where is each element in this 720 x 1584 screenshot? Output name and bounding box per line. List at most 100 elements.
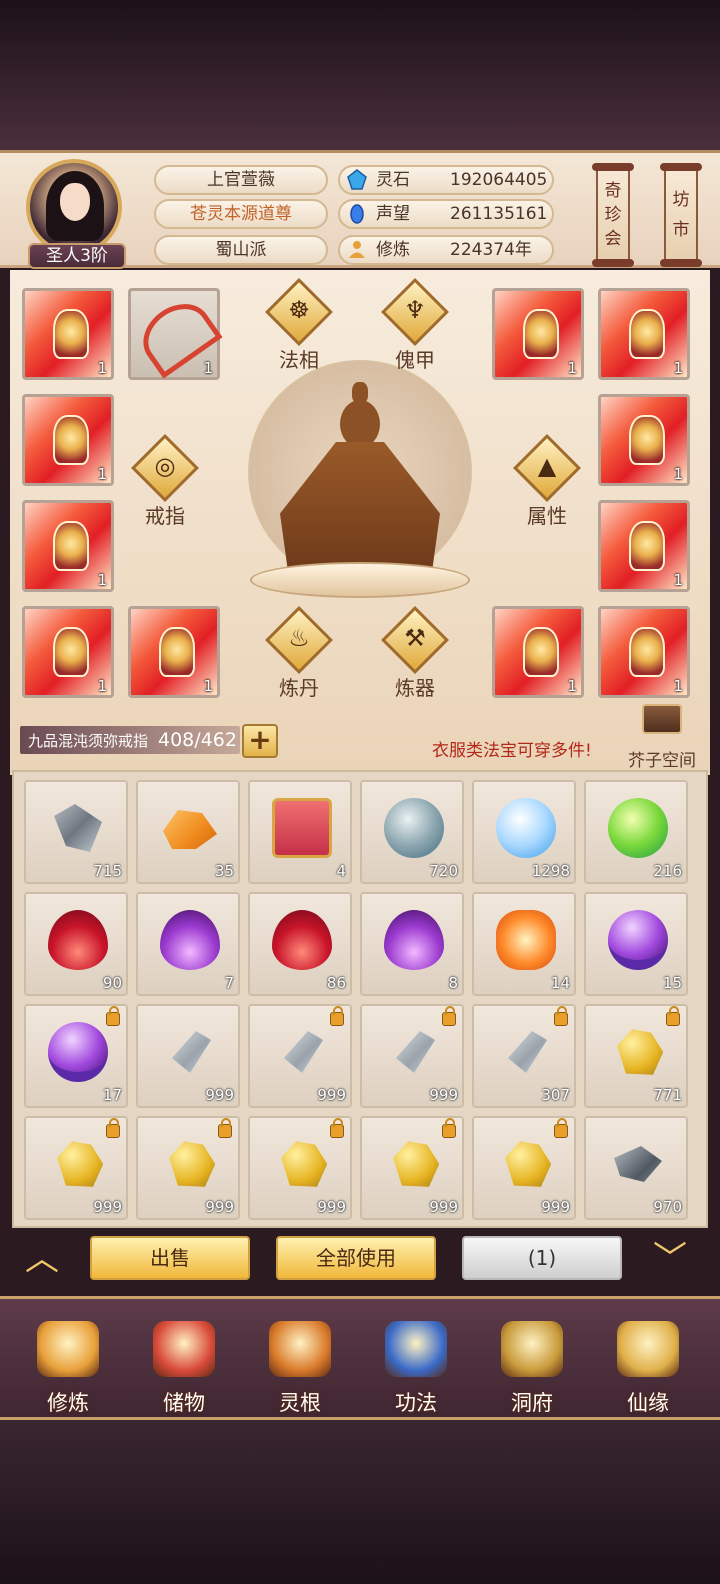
item-count: 999 bbox=[93, 1198, 122, 1216]
dharma-form-button[interactable]: ☸ 法相 bbox=[264, 278, 334, 374]
item-count: 999 bbox=[317, 1198, 346, 1216]
stat-spirit-stone: 灵石 192064405 bbox=[338, 165, 554, 195]
inventory-slot[interactable]: 8 bbox=[360, 892, 464, 996]
spirit-root-icon bbox=[269, 1321, 331, 1377]
item-count: 999 bbox=[429, 1198, 458, 1216]
alchemy-button[interactable]: ♨ 炼丹 bbox=[264, 606, 334, 702]
equip-slot[interactable]: 1 bbox=[492, 606, 584, 698]
item-count: 90 bbox=[102, 974, 122, 992]
market-button[interactable]: 坊市 bbox=[660, 163, 702, 267]
item-count: 17 bbox=[102, 1086, 122, 1104]
attributes-button[interactable]: ▲ 属性 bbox=[512, 434, 582, 530]
inventory-slot[interactable]: 35 bbox=[136, 780, 240, 884]
armor-emblem-icon bbox=[629, 627, 665, 677]
inventory-slot[interactable]: 4 bbox=[248, 780, 352, 884]
nav-item[interactable]: 修炼 bbox=[18, 1321, 118, 1417]
alchemy-label: 炼丹 bbox=[279, 676, 319, 700]
stat-label: 声望 bbox=[376, 204, 410, 224]
inventory-slot[interactable]: 999 bbox=[248, 1004, 352, 1108]
inventory-slot[interactable]: 999 bbox=[472, 1116, 576, 1220]
equip-slot[interactable]: 1 bbox=[492, 288, 584, 380]
character-title: 苍灵本源道尊 bbox=[154, 199, 328, 229]
page-up-arrow-icon[interactable]: ︿ bbox=[12, 1242, 72, 1276]
mustard-space-button[interactable]: 芥子空间 bbox=[620, 704, 704, 774]
armor-emblem-icon bbox=[53, 309, 89, 359]
puppet-armor-button[interactable]: ♆ 傀甲 bbox=[380, 278, 450, 374]
inventory-slot[interactable]: 999 bbox=[24, 1116, 128, 1220]
inventory-slot[interactable]: 7 bbox=[136, 892, 240, 996]
inventory-slot[interactable]: 970 bbox=[584, 1116, 688, 1220]
inventory-slot[interactable]: 771 bbox=[584, 1004, 688, 1108]
inventory-slot[interactable]: 999 bbox=[136, 1004, 240, 1108]
item-count: 35 bbox=[214, 862, 234, 880]
cultivator-silhouette-head bbox=[340, 400, 380, 448]
stat-label: 修炼 bbox=[376, 240, 410, 260]
selected-count-button[interactable]: (1) bbox=[462, 1236, 622, 1280]
inventory-slot[interactable]: 999 bbox=[248, 1116, 352, 1220]
armor-emblem-icon bbox=[629, 521, 665, 571]
flame-red-item-icon bbox=[272, 910, 332, 970]
avatar[interactable]: 圣人3阶 bbox=[22, 159, 126, 269]
dharma-form-label: 法相 bbox=[279, 348, 319, 372]
equipment-panel: 1 1 1 1 1 1 1 1 1 1 1 1 ☸ 法相 ♆ 傀甲 ◎ 戒指 ▲… bbox=[10, 270, 710, 775]
lock-icon bbox=[442, 1118, 456, 1138]
nav-label: 洞府 bbox=[511, 1391, 553, 1415]
equip-slot[interactable]: 1 bbox=[22, 500, 114, 592]
item-count: 307 bbox=[541, 1086, 570, 1104]
inventory-slot[interactable]: 14 bbox=[472, 892, 576, 996]
reputation-icon bbox=[350, 204, 364, 224]
stat-value: 192064405 bbox=[450, 170, 548, 190]
avatar-face bbox=[60, 183, 90, 221]
storage-count: 408/462 bbox=[158, 729, 237, 751]
item-count: 86 bbox=[326, 974, 346, 992]
armor-emblem-icon bbox=[523, 309, 559, 359]
inventory-slot[interactable]: 999 bbox=[136, 1116, 240, 1220]
use-all-button[interactable]: 全部使用 bbox=[276, 1236, 436, 1280]
equip-slot[interactable]: 1 bbox=[598, 288, 690, 380]
inventory-slot[interactable]: 15 bbox=[584, 892, 688, 996]
orb-grey-item-icon bbox=[384, 798, 444, 858]
silver-item-icon bbox=[508, 1031, 547, 1073]
box-item-icon bbox=[272, 798, 332, 858]
nav-item[interactable]: 储物 bbox=[134, 1321, 234, 1417]
hat-glyph-icon: ▲ bbox=[537, 452, 557, 480]
inventory-slot[interactable]: 720 bbox=[360, 780, 464, 884]
nav-item[interactable]: 灵根 bbox=[250, 1321, 350, 1417]
lock-icon bbox=[106, 1006, 120, 1026]
expand-storage-button[interactable]: + bbox=[242, 724, 278, 758]
cultivate-icon bbox=[37, 1321, 99, 1377]
stat-reputation: 声望 261135161 bbox=[338, 199, 554, 229]
inventory-slot[interactable]: 1298 bbox=[472, 780, 576, 884]
nav-item[interactable]: 仙缘 bbox=[598, 1321, 698, 1417]
inventory-slot[interactable]: 999 bbox=[360, 1004, 464, 1108]
ring-button[interactable]: ◎ 戒指 bbox=[130, 434, 200, 530]
nav-item[interactable]: 功法 bbox=[366, 1321, 466, 1417]
inventory-slot[interactable]: 715 bbox=[24, 780, 128, 884]
inventory-slot[interactable]: 86 bbox=[248, 892, 352, 996]
inventory-slot[interactable]: 90 bbox=[24, 892, 128, 996]
page-down-arrow-icon[interactable]: ﹀ bbox=[640, 1242, 700, 1276]
ring-label: 戒指 bbox=[145, 504, 185, 528]
bottom-background bbox=[0, 1420, 720, 1584]
forging-button[interactable]: ⚒ 炼器 bbox=[380, 606, 450, 702]
sell-button[interactable]: 出售 bbox=[90, 1236, 250, 1280]
inventory-slot[interactable]: 17 bbox=[24, 1004, 128, 1108]
inventory-slot[interactable]: 307 bbox=[472, 1004, 576, 1108]
equip-slot[interactable]: 1 bbox=[22, 288, 114, 380]
equip-slot[interactable]: 1 bbox=[598, 394, 690, 486]
forging-label: 炼器 bbox=[395, 676, 435, 700]
equip-slot[interactable]: 1 bbox=[598, 500, 690, 592]
slot-count: 1 bbox=[673, 571, 683, 589]
equip-slot[interactable]: 1 bbox=[128, 606, 220, 698]
treasure-auction-button[interactable]: 奇珍会 bbox=[592, 163, 634, 267]
attributes-label: 属性 bbox=[527, 504, 567, 528]
nav-item[interactable]: 洞府 bbox=[482, 1321, 582, 1417]
equip-slot[interactable]: 1 bbox=[22, 394, 114, 486]
inventory-slot[interactable]: 999 bbox=[360, 1116, 464, 1220]
equip-slot[interactable]: 1 bbox=[128, 288, 223, 380]
silver-item-icon bbox=[172, 1031, 211, 1073]
character-header: 圣人3阶 上官萱薇 苍灵本源道尊 蜀山派 灵石 192064405 声望 261… bbox=[0, 150, 720, 269]
equip-slot[interactable]: 1 bbox=[22, 606, 114, 698]
equip-slot[interactable]: 1 bbox=[598, 606, 690, 698]
inventory-slot[interactable]: 216 bbox=[584, 780, 688, 884]
